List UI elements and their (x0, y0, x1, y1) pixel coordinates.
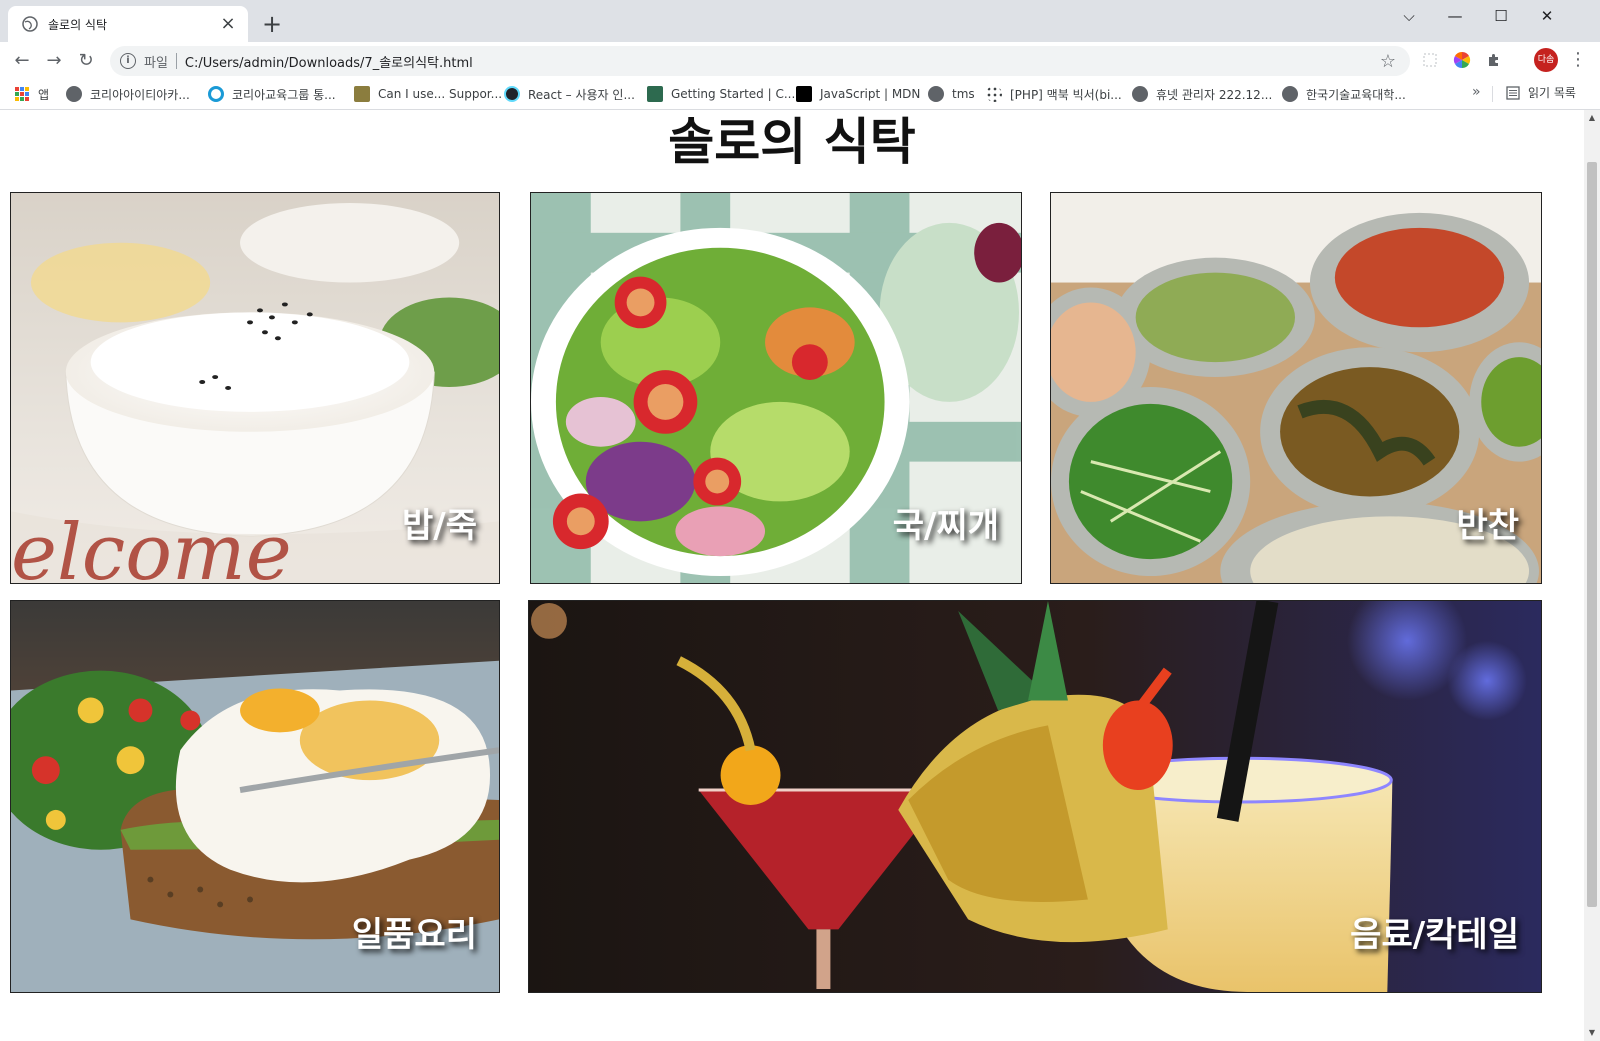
reading-list-button[interactable]: 읽기 목록 (1506, 84, 1576, 101)
globe-icon (928, 86, 944, 102)
new-tab-button[interactable]: + (258, 10, 286, 38)
browser-toolbar: ← → ↻ i 파일 C:/Users/admin/Downloads/7_솔로… (0, 42, 1600, 78)
page-scrollbar[interactable]: ▲ ▼ (1584, 110, 1600, 1041)
title-bar: 솔로의 식탁 × + ⌵ — ☐ ✕ (0, 0, 1600, 42)
menu-card-rice[interactable]: elcome 밥/죽 (10, 192, 500, 584)
card-label: 반찬 (1456, 506, 1519, 546)
bookmark-item[interactable]: tms (928, 84, 975, 104)
bookmark-label: 코리아교육그룹 통... (232, 87, 336, 102)
more-bookmarks-button[interactable]: » (1472, 84, 1481, 100)
tab-close-icon[interactable]: × (218, 14, 238, 34)
profile-avatar[interactable]: 다솜 (1534, 48, 1558, 72)
reading-list-label: 읽기 목록 (1528, 86, 1576, 100)
reload-button[interactable]: ↻ (72, 46, 100, 74)
bookmarks-bar: 앱 코리아아이티아카... 코리아교육그룹 통... Can I use... … (0, 78, 1600, 110)
bookmark-item[interactable]: [PHP] 맥북 빅서(bi... (986, 84, 1122, 104)
bookmark-label: 휴넷 관리자 222.12... (1156, 87, 1273, 102)
bookmark-item[interactable]: Can I use... Suppor... (354, 84, 502, 104)
circle-logo-icon (208, 86, 224, 102)
bookmark-star-icon[interactable]: ☆ (1380, 51, 1396, 72)
bookmark-item[interactable]: 한국기술교육대학... (1282, 84, 1406, 104)
file-scheme-label: 파일 (144, 55, 168, 71)
color-wheel-extension-icon[interactable] (1452, 50, 1472, 70)
bookmark-apps[interactable]: 앱 (14, 84, 49, 104)
globe-icon (22, 16, 38, 32)
browser-menu-icon[interactable]: ⋮ (1568, 48, 1588, 72)
caniuse-icon (354, 86, 370, 102)
dots-icon (986, 86, 1002, 102)
bookmark-item[interactable]: JavaScript | MDN (796, 84, 920, 104)
menu-card-special-dish[interactable]: 일품요리 (10, 600, 500, 993)
url-text[interactable]: C:/Users/admin/Downloads/7_솔로의식탁.html (185, 52, 473, 71)
scroll-down-arrow-icon[interactable]: ▼ (1584, 1025, 1600, 1041)
bookmark-item[interactable]: Getting Started | C... (647, 84, 795, 104)
mdn-icon (796, 86, 812, 102)
apps-grid-icon (15, 87, 29, 101)
globe-icon (66, 86, 82, 102)
bookmark-label: 코리아아이티아카... (90, 87, 190, 102)
minimize-button[interactable]: — (1432, 0, 1478, 32)
bookmark-label: tms (952, 87, 975, 101)
menu-card-side-dishes[interactable]: 반찬 (1050, 192, 1542, 584)
bookmarks-divider (1492, 86, 1493, 102)
menu-card-drinks[interactable]: 음료/칵테일 (528, 600, 1542, 993)
react-icon (504, 86, 520, 102)
menu-card-soup[interactable]: 국/찌개 (530, 192, 1022, 584)
bookmark-item[interactable]: 휴넷 관리자 222.12... (1132, 84, 1272, 104)
bookmark-label: 한국기술교육대학... (1306, 87, 1406, 102)
bookmark-label: React – 사용자 인... (528, 87, 635, 102)
extensions-puzzle-icon[interactable] (1484, 50, 1504, 70)
site-icon (647, 86, 663, 102)
bookmark-item[interactable]: React – 사용자 인... (504, 84, 635, 104)
bookmark-label: JavaScript | MDN (820, 87, 921, 101)
page-viewport: 솔로의 식탁 elcome 밥/죽 국/찌개 반찬 일품요리 음료/칵테일 (0, 110, 1584, 1041)
extension-puzzle-placeholder-icon[interactable] (1420, 50, 1440, 70)
tab-title: 솔로의 식탁 (48, 17, 108, 32)
card-label: 밥/죽 (402, 506, 477, 546)
forward-button[interactable]: → (40, 46, 68, 74)
bookmark-label: Can I use... Suppor... (378, 87, 503, 101)
card-label: 음료/칵테일 (1350, 915, 1519, 955)
scrollbar-thumb[interactable] (1587, 162, 1597, 907)
globe-icon (1282, 86, 1298, 102)
omnibox-divider (175, 53, 177, 69)
bookmark-item[interactable]: 코리아교육그룹 통... (208, 84, 336, 104)
close-window-button[interactable]: ✕ (1524, 0, 1570, 32)
bookmark-item[interactable]: 코리아아이티아카... (66, 84, 190, 104)
bookmark-label: 앱 (38, 87, 50, 102)
reading-list-icon (1506, 85, 1520, 100)
browser-tab[interactable]: 솔로의 식탁 × (8, 6, 248, 42)
svg-text:elcome: elcome (11, 508, 292, 583)
info-icon[interactable]: i (120, 53, 136, 69)
back-button[interactable]: ← (8, 46, 36, 74)
tab-search-button[interactable]: ⌵ (1386, 0, 1432, 32)
card-label: 국/찌개 (892, 506, 999, 546)
bookmark-label: Getting Started | C... (671, 87, 796, 101)
bookmark-label: [PHP] 맥북 빅서(bi... (1010, 87, 1122, 102)
maximize-button[interactable]: ☐ (1478, 0, 1524, 32)
globe-icon (1132, 86, 1148, 102)
page-title: 솔로의 식탁 (668, 113, 916, 171)
address-bar[interactable]: i 파일 C:/Users/admin/Downloads/7_솔로의식탁.ht… (110, 46, 1410, 76)
card-label: 일품요리 (351, 915, 477, 955)
scroll-up-arrow-icon[interactable]: ▲ (1584, 110, 1600, 126)
